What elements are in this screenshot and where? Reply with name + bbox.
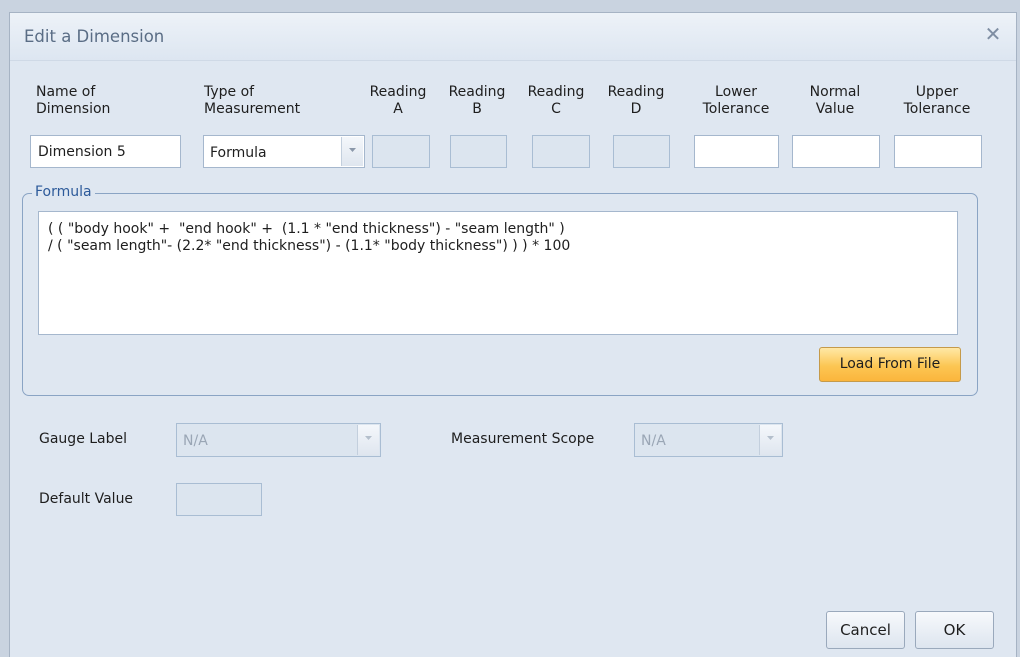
lower-tolerance-label: Lower Tolerance bbox=[702, 84, 770, 117]
formula-textarea[interactable]: ( ( "body hook" + "end hook" + (1.1 * "e… bbox=[38, 211, 958, 335]
chevron-down-icon bbox=[365, 436, 372, 440]
edit-dimension-dialog: Edit a Dimension ✕ Name of Dimension Type… bbox=[9, 12, 1017, 657]
reading-a-field[interactable] bbox=[372, 135, 430, 168]
measurement-type-value: Formula bbox=[210, 145, 267, 161]
measurement-scope-value: N/A bbox=[641, 433, 666, 449]
default-value-label: Default Value bbox=[39, 491, 134, 507]
reading-c-field[interactable] bbox=[532, 135, 590, 168]
formula-line-1: ( ( "body hook" + "end hook" + (1.1 * "e… bbox=[48, 221, 565, 237]
close-icon[interactable]: ✕ bbox=[982, 23, 1004, 45]
default-value-field[interactable] bbox=[176, 483, 262, 516]
measurement-scope-label: Measurement Scope bbox=[451, 431, 595, 447]
reading-c-input[interactable] bbox=[533, 136, 589, 167]
reading-d-field[interactable] bbox=[613, 135, 670, 168]
reading-a-input[interactable] bbox=[373, 136, 429, 167]
dimension-name-field[interactable] bbox=[30, 135, 181, 168]
lower-tolerance-input[interactable] bbox=[695, 136, 778, 167]
gauge-label-value: N/A bbox=[183, 433, 208, 449]
normal-value-field[interactable] bbox=[792, 135, 880, 168]
title-bar: Edit a Dimension ✕ bbox=[10, 13, 1016, 61]
type-of-measurement-label: Type of Measurement bbox=[204, 84, 301, 117]
measurement-type-select[interactable]: Formula bbox=[203, 135, 365, 168]
reading-b-input[interactable] bbox=[451, 136, 506, 167]
measurement-type-dropdown-button[interactable] bbox=[341, 137, 363, 166]
gauge-label-select[interactable]: N/A bbox=[176, 423, 381, 457]
reading-d-input[interactable] bbox=[614, 136, 669, 167]
default-value-input[interactable] bbox=[177, 484, 261, 515]
measurement-scope-select[interactable]: N/A bbox=[634, 423, 783, 457]
normal-value-label: Normal Value bbox=[809, 84, 861, 117]
dialog-title: Edit a Dimension bbox=[24, 27, 165, 46]
upper-tolerance-input[interactable] bbox=[895, 136, 981, 167]
chevron-down-icon bbox=[349, 148, 356, 152]
formula-line-2: / ( "seam length"- (2.2* "end thickness"… bbox=[48, 238, 571, 254]
reading-b-label: Reading B bbox=[448, 84, 506, 117]
reading-b-field[interactable] bbox=[450, 135, 507, 168]
reading-d-label: Reading D bbox=[607, 84, 665, 117]
load-from-file-button[interactable]: Load From File bbox=[819, 347, 961, 382]
gauge-label-label: Gauge Label bbox=[39, 431, 128, 447]
name-of-dimension-label: Name of Dimension bbox=[36, 84, 111, 117]
gauge-label-dropdown-button[interactable] bbox=[357, 425, 379, 455]
upper-tolerance-label: Upper Tolerance bbox=[903, 84, 971, 117]
upper-tolerance-field[interactable] bbox=[894, 135, 982, 168]
reading-a-label: Reading A bbox=[369, 84, 427, 117]
chevron-down-icon bbox=[767, 436, 774, 440]
cancel-button[interactable]: Cancel bbox=[826, 611, 905, 649]
lower-tolerance-field[interactable] bbox=[694, 135, 779, 168]
dimension-name-input[interactable] bbox=[31, 136, 180, 167]
ok-button[interactable]: OK bbox=[915, 611, 994, 649]
normal-value-input[interactable] bbox=[793, 136, 879, 167]
measurement-scope-dropdown-button[interactable] bbox=[759, 425, 781, 455]
reading-c-label: Reading C bbox=[527, 84, 585, 117]
formula-group-legend: Formula bbox=[32, 184, 95, 200]
